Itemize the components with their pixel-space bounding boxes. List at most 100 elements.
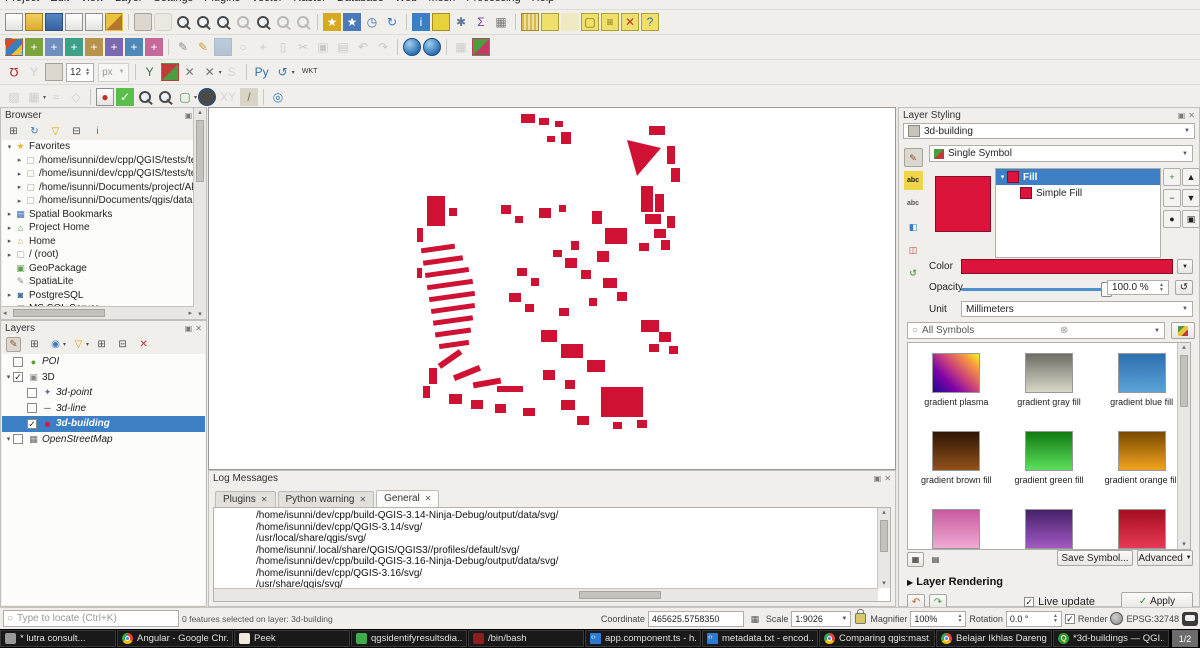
close-tab-icon[interactable]: ✕ bbox=[359, 495, 366, 504]
snapping-topology-icon[interactable]: Y bbox=[25, 63, 43, 81]
symbol-gradient-blue-fill[interactable]: gradient blue fill bbox=[1095, 353, 1188, 417]
zoom-last-icon[interactable] bbox=[274, 13, 292, 31]
view-3d-tab-icon[interactable]: ◧ bbox=[904, 217, 923, 236]
close-icon[interactable]: ✕ bbox=[195, 324, 202, 333]
extent-toggle-icon[interactable]: ▦ bbox=[748, 612, 762, 626]
add-selected-layers-icon[interactable]: ⊞ bbox=[6, 124, 21, 139]
vertex-tool-current-layer-dropdown-arrow[interactable]: ▾ bbox=[219, 69, 222, 76]
diagrams-tab-icon[interactable]: ◫ bbox=[904, 240, 923, 259]
undock-icon[interactable]: ▣ bbox=[185, 324, 193, 333]
layer-visibility-checkbox[interactable] bbox=[13, 357, 23, 367]
undock-icon[interactable]: ▣ bbox=[185, 111, 193, 120]
manage-map-themes-icon[interactable]: ◉ bbox=[48, 337, 63, 352]
python-console-icon[interactable]: Py bbox=[252, 63, 272, 81]
zoom-native-resolution-icon[interactable] bbox=[136, 88, 154, 106]
new-annotation-icon[interactable] bbox=[561, 13, 579, 31]
roam-tool-2-dropdown-arrow[interactable]: ▾ bbox=[43, 94, 46, 101]
workspace-pager[interactable]: 1/2 bbox=[1172, 630, 1198, 647]
symbol-swatch[interactable] bbox=[910, 509, 1003, 550]
move-symbol-layer-down-button[interactable]: ▼ bbox=[1182, 189, 1200, 207]
opacity-slider-track[interactable] bbox=[961, 288, 1107, 291]
add-vector-layer-icon[interactable]: + bbox=[25, 38, 43, 56]
messages-bubble-icon[interactable] bbox=[1182, 612, 1198, 626]
save-layer-edits-icon[interactable] bbox=[214, 38, 232, 56]
icon-view-button[interactable]: ▦ bbox=[907, 552, 924, 567]
browser-item[interactable]: ▸▢/home/isunni/Documents/qgis/data bbox=[2, 194, 193, 208]
taskbar-item[interactable]: Comparing qgis:mast... bbox=[819, 630, 935, 647]
opacity-spinbox[interactable]: 100.0 % ▲▼ bbox=[1107, 280, 1169, 295]
zoom-full-extent-icon[interactable] bbox=[214, 13, 232, 31]
menu-help[interactable]: Help bbox=[532, 0, 555, 4]
processing-ring-icon[interactable]: ◎ bbox=[269, 88, 287, 106]
wkt-tool-icon[interactable]: WKT bbox=[296, 63, 324, 81]
map-canvas[interactable] bbox=[208, 107, 896, 470]
delete-selected-icon[interactable]: ▯ bbox=[274, 38, 292, 56]
log-tab-plugins[interactable]: Plugins✕ bbox=[215, 491, 276, 507]
labels-tab-icon[interactable]: abc bbox=[904, 171, 923, 190]
close-tab-icon[interactable]: ✕ bbox=[261, 495, 268, 504]
layer-item-openstreetmap[interactable]: ▾▦OpenStreetMap bbox=[2, 432, 205, 448]
pan-map-icon[interactable] bbox=[134, 13, 152, 31]
layer-visibility-checkbox[interactable] bbox=[13, 434, 23, 444]
magnifier-spinbox[interactable]: 100%▲▼ bbox=[910, 611, 966, 627]
layer-item-3d[interactable]: ▾✓▣3D bbox=[2, 370, 205, 386]
browser-item[interactable]: ▸◙PostgreSQL bbox=[2, 289, 193, 303]
menu-view[interactable]: View bbox=[80, 0, 104, 4]
zoom-to-layer-icon[interactable] bbox=[254, 13, 272, 31]
add-mesh-layer-icon[interactable]: + bbox=[65, 38, 83, 56]
select-polygon-region-icon[interactable]: ▢ bbox=[176, 88, 194, 106]
open-layer-styling-panel-icon[interactable]: ✎ bbox=[6, 337, 21, 352]
undo-icon[interactable]: ↶ bbox=[354, 38, 372, 56]
crs-globe-icon[interactable] bbox=[1110, 612, 1123, 625]
log-tab-python-warning[interactable]: Python warning✕ bbox=[278, 491, 375, 507]
color-swatch-button[interactable] bbox=[961, 259, 1173, 274]
roam-tool-2[interactable]: ▦▾ bbox=[24, 88, 46, 106]
browser-item[interactable]: ▣GeoPackage bbox=[2, 262, 193, 276]
stream-digitizing-icon[interactable]: S bbox=[223, 63, 241, 81]
customization-wrench-icon[interactable]: / bbox=[240, 88, 258, 106]
processing-history[interactable]: ↺▾ bbox=[273, 63, 295, 81]
rotation-spinbox[interactable]: 0.0 °▲▼ bbox=[1006, 611, 1062, 627]
close-icon[interactable]: ✕ bbox=[884, 474, 891, 483]
add-group-icon[interactable]: ⊞ bbox=[27, 337, 42, 352]
crs-value[interactable]: EPSG:32748 bbox=[1126, 614, 1179, 624]
menu-edit[interactable]: Edit bbox=[50, 0, 69, 4]
chevron-down-icon[interactable]: ▾ bbox=[998, 173, 1007, 181]
menu-vector[interactable]: Vector bbox=[251, 0, 282, 4]
taskbar-item[interactable]: /bin/bash bbox=[468, 630, 584, 647]
menu-processing[interactable]: Processing bbox=[466, 0, 520, 4]
new-spatial-bookmark-icon[interactable]: ★ bbox=[323, 13, 341, 31]
zoom-next-icon[interactable] bbox=[294, 13, 312, 31]
zoom-out-icon[interactable] bbox=[194, 13, 212, 31]
menu-project[interactable]: Project bbox=[5, 0, 39, 4]
add-delimited-text-layer-icon[interactable]: + bbox=[85, 38, 103, 56]
select-polygon-region-dropdown-arrow[interactable]: ▾ bbox=[194, 94, 197, 101]
open-data-source-manager-icon[interactable] bbox=[5, 38, 23, 56]
refresh-browser-icon[interactable]: ↻ bbox=[27, 124, 42, 139]
statistical-summary-icon[interactable]: Σ bbox=[472, 13, 490, 31]
history-tab-icon[interactable]: ↺ bbox=[904, 263, 923, 282]
browser-item[interactable]: ▸▢/home/isunni/dev/cpp/QGIS/tests/testda… bbox=[2, 167, 193, 181]
remove-layer-icon[interactable]: ✕ bbox=[136, 337, 151, 352]
symbol-gradient-plasma[interactable]: gradient plasma bbox=[910, 353, 1003, 417]
layer-item-3d-building[interactable]: ✓■3d-building bbox=[2, 416, 205, 432]
roam-tool-3-icon[interactable]: ≈ bbox=[47, 88, 65, 106]
browser-item[interactable]: ▸▢/home/isunni/dev/cpp/QGIS/tests/testda… bbox=[2, 154, 193, 168]
layer-visibility-checkbox[interactable]: ✓ bbox=[13, 372, 23, 382]
pan-to-selection-icon[interactable] bbox=[154, 13, 172, 31]
symbol-swatch[interactable] bbox=[1095, 509, 1188, 550]
save-project-icon[interactable] bbox=[45, 13, 63, 31]
locate-input[interactable]: ○ Type to locate (Ctrl+K) bbox=[3, 610, 179, 627]
symbol-tree-root-row[interactable]: ▾ Fill bbox=[996, 169, 1160, 185]
add-raster-layer-icon[interactable]: + bbox=[45, 38, 63, 56]
filter-legend-dropdown-arrow[interactable]: ▾ bbox=[86, 341, 89, 348]
processing-history-dropdown-arrow[interactable]: ▾ bbox=[292, 69, 295, 76]
undock-icon[interactable]: ▣ bbox=[874, 474, 882, 483]
vertex-marker-icon[interactable] bbox=[472, 38, 490, 56]
filter-legend-icon[interactable]: ▽ bbox=[71, 337, 86, 352]
taskbar-item[interactable]: *3d-buildings — QGI... bbox=[1053, 630, 1169, 647]
taskbar-item[interactable]: Peek bbox=[234, 630, 350, 647]
close-tab-icon[interactable]: ✕ bbox=[425, 494, 432, 503]
snap-unit-select[interactable]: px▼ bbox=[98, 63, 129, 82]
renderer-select[interactable]: Single Symbol ▼ bbox=[929, 145, 1193, 162]
